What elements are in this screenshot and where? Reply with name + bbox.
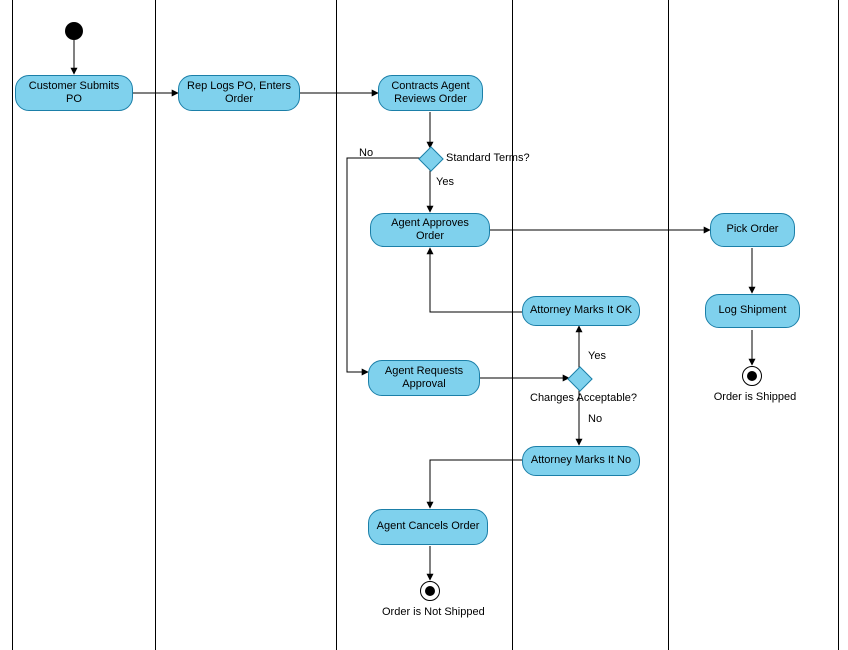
- activity-rep-logs-po: Rep Logs PO, Enters Order: [178, 75, 300, 111]
- final-node-label: Order is Not Shipped: [382, 606, 482, 618]
- activity-label: Attorney Marks It OK: [530, 304, 632, 317]
- activity-attorney-marks-ok: Attorney Marks It OK: [522, 296, 640, 326]
- activity-label: Agent Requests Approval: [375, 365, 473, 391]
- diagram-canvas: Customer Submits PO Rep Logs PO, Enters …: [0, 0, 848, 650]
- branch-label-no: No: [359, 147, 373, 159]
- final-node-icon: [742, 366, 762, 386]
- branch-label-yes: Yes: [436, 176, 454, 188]
- branch-label-yes: Yes: [588, 350, 606, 362]
- decision-label: Standard Terms?: [446, 152, 530, 164]
- activity-customer-submits-po: Customer Submits PO: [15, 75, 133, 111]
- final-node-icon: [420, 581, 440, 601]
- final-node-label: Order is Shipped: [710, 391, 800, 403]
- initial-node-icon: [65, 22, 83, 40]
- activity-pick-order: Pick Order: [710, 213, 795, 247]
- activity-agent-approves-order: Agent Approves Order: [370, 213, 490, 247]
- activity-agent-requests-approval: Agent Requests Approval: [368, 360, 480, 396]
- activity-label: Contracts Agent Reviews Order: [385, 80, 476, 106]
- activity-label: Rep Logs PO, Enters Order: [185, 80, 293, 106]
- activity-label: Attorney Marks It No: [531, 454, 631, 467]
- activity-contracts-agent-reviews: Contracts Agent Reviews Order: [378, 75, 483, 111]
- decision-label: Changes Acceptable?: [530, 392, 637, 404]
- activity-agent-cancels-order: Agent Cancels Order: [368, 509, 488, 545]
- activity-label: Pick Order: [727, 223, 779, 236]
- branch-label-no: No: [588, 413, 602, 425]
- activity-label: Agent Approves Order: [377, 217, 483, 243]
- activity-label: Log Shipment: [719, 304, 787, 317]
- activity-attorney-marks-no: Attorney Marks It No: [522, 446, 640, 476]
- activity-label: Agent Cancels Order: [377, 520, 480, 533]
- activity-log-shipment: Log Shipment: [705, 294, 800, 328]
- activity-label: Customer Submits PO: [22, 80, 126, 106]
